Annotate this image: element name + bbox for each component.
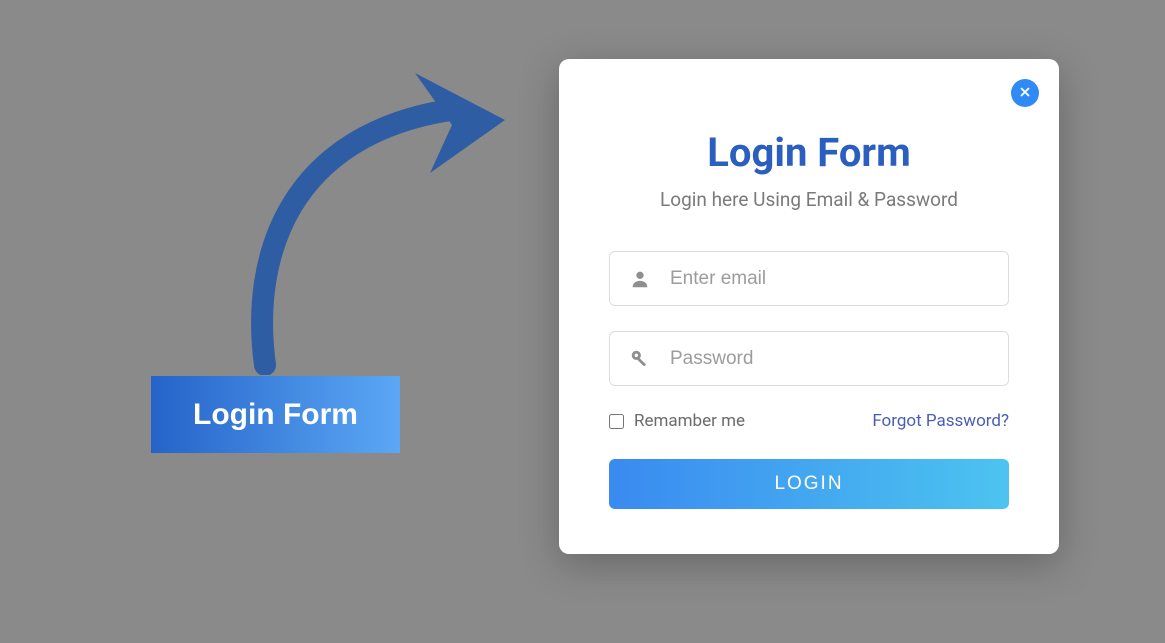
password-input-group bbox=[609, 331, 1009, 386]
submit-button-label: LOGIN bbox=[774, 473, 843, 494]
remember-me-wrap[interactable]: Remamber me bbox=[609, 411, 745, 431]
curved-arrow-decoration bbox=[220, 55, 520, 375]
login-submit-button[interactable]: LOGIN bbox=[609, 459, 1009, 509]
login-modal: Login Form Login here Using Email & Pass… bbox=[559, 59, 1059, 554]
email-input-group bbox=[609, 251, 1009, 306]
modal-subtitle: Login here Using Email & Password bbox=[609, 188, 1009, 211]
modal-title: Login Form bbox=[609, 129, 1009, 176]
key-icon bbox=[628, 347, 652, 371]
options-row: Remamber me Forgot Password? bbox=[609, 411, 1009, 431]
remember-me-label: Remamber me bbox=[634, 411, 745, 431]
close-icon bbox=[1019, 86, 1031, 101]
close-button[interactable] bbox=[1011, 79, 1039, 107]
forgot-password-link[interactable]: Forgot Password? bbox=[872, 411, 1009, 431]
remember-me-checkbox[interactable] bbox=[609, 414, 624, 429]
password-input[interactable] bbox=[670, 348, 990, 370]
email-input[interactable] bbox=[670, 268, 990, 290]
login-form-trigger-button[interactable]: Login Form bbox=[151, 376, 400, 453]
button-label: Login Form bbox=[193, 398, 358, 432]
user-icon bbox=[628, 267, 652, 291]
